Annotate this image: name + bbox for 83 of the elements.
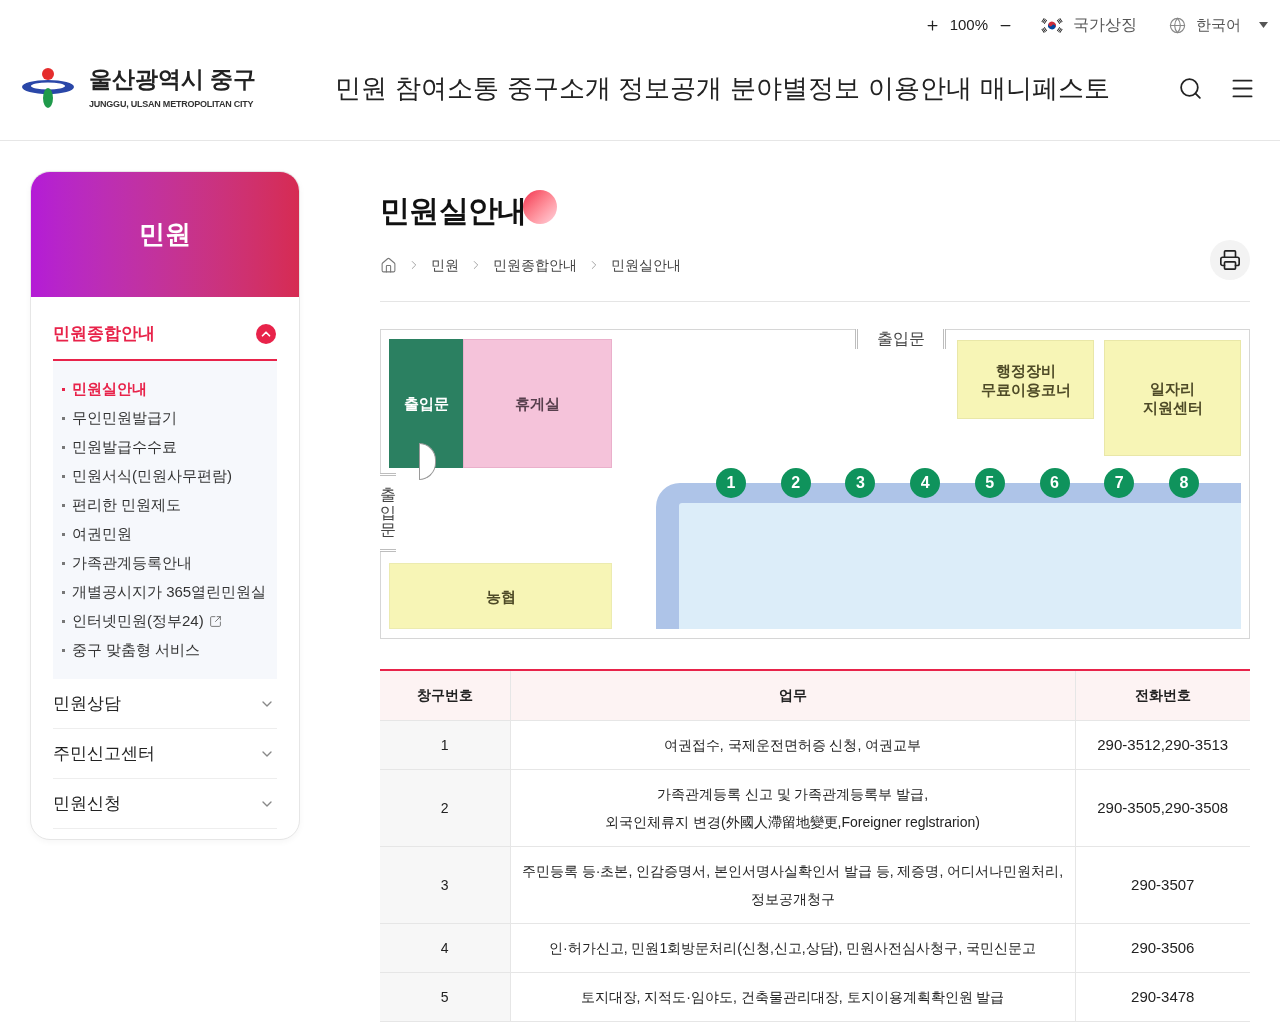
submenu-link[interactable]: 중구 맞춤형 서비스 bbox=[53, 636, 277, 665]
table-cell: 290-3506 bbox=[1075, 923, 1250, 972]
table-cell: 토지대장, 지적도·임야도, 건축물관리대장, 토지이용계획확인원 발급 bbox=[510, 972, 1075, 1021]
job-center-room: 일자리 지원센터 bbox=[1104, 340, 1241, 456]
table-cell: 3 bbox=[380, 846, 510, 923]
bullet-icon bbox=[62, 620, 65, 623]
table-cell: 가족관계등록 신고 및 가족관계등록부 발급, 외국인체류지 변경(外國人滯留地變更,Foreigner reglstrarion) bbox=[510, 769, 1075, 846]
submenu-link[interactable]: 인터넷민원(정부24) bbox=[53, 607, 277, 636]
window-number: 1 bbox=[716, 468, 746, 498]
table-cell: 290-3512,290-3513 bbox=[1075, 720, 1250, 769]
table-cell: 주민등록 등·초본, 인감증명서, 본인서명사실확인서 발급 등, 제증명, 어디서나민원처리, 정보공개청구 bbox=[510, 846, 1075, 923]
table-cell: 290-3478 bbox=[1075, 972, 1250, 1021]
zoom-in-icon[interactable] bbox=[924, 17, 940, 33]
column-header: 전화번호 bbox=[1075, 670, 1250, 720]
table-cell: 290-3507 bbox=[1075, 846, 1250, 923]
globe-icon bbox=[1169, 16, 1186, 34]
table-cell: 인·허가신고, 민원1회방문처리(신청,신고,상담), 민원사전심사청구, 국민신문고 bbox=[510, 923, 1075, 972]
bank-room: 농협 bbox=[389, 563, 612, 629]
nav-link[interactable]: 분야별정보 bbox=[730, 75, 861, 101]
logo-link[interactable]: 울산광역시 중구 JUNGGU, ULSAN METROPOLITAN CITY bbox=[22, 67, 322, 109]
table-cell: 290-3505,290-3508 bbox=[1075, 769, 1250, 846]
submenu-link[interactable]: 민원실안내 bbox=[53, 375, 277, 404]
equipment-corner: 행정장비 무료이용코너 bbox=[957, 340, 1094, 419]
sidebar-section[interactable]: 민원상담 bbox=[53, 679, 277, 729]
bullet-icon bbox=[62, 388, 65, 391]
print-button[interactable] bbox=[1210, 240, 1250, 280]
sidebar-section[interactable]: 민원신청 bbox=[53, 779, 277, 829]
table-cell: 5 bbox=[380, 972, 510, 1021]
breadcrumb-link[interactable]: 민원실안내 bbox=[611, 254, 681, 276]
column-header: 창구번호 bbox=[380, 670, 510, 720]
submenu-link[interactable]: 민원발급수수료 bbox=[53, 433, 277, 462]
window-number: 3 bbox=[845, 468, 876, 498]
printer-icon bbox=[1219, 249, 1241, 271]
national-symbols-link[interactable]: 국가상징 bbox=[1041, 13, 1137, 37]
breadcrumb-link[interactable]: 민원 bbox=[431, 254, 459, 276]
table-cell: 여권접수, 국제운전면허증 신청, 여권교부 bbox=[510, 720, 1075, 769]
window-number: 6 bbox=[1039, 468, 1070, 498]
table-cell: 2 bbox=[380, 769, 510, 846]
doorway-label: 출입문 bbox=[380, 473, 396, 552]
column-header: 업무 bbox=[510, 670, 1075, 720]
bullet-icon bbox=[62, 562, 65, 565]
caret-icon bbox=[1259, 22, 1268, 28]
window-number: 4 bbox=[910, 468, 941, 498]
submenu-link[interactable]: 무인민원발급기 bbox=[53, 404, 277, 433]
bullet-icon bbox=[62, 504, 65, 507]
table-cell: 4 bbox=[380, 923, 510, 972]
logo-subtitle: JUNGGU, ULSAN METROPOLITAN CITY bbox=[89, 99, 255, 109]
window-number: 5 bbox=[974, 468, 1005, 498]
page-title: 민원실안내 bbox=[380, 193, 527, 229]
nav-link[interactable]: 이용안내 bbox=[868, 75, 973, 101]
sidebar-title: 민원 bbox=[31, 172, 299, 297]
doorway-label: 출입문 bbox=[855, 329, 946, 349]
table-cell: 1 bbox=[380, 720, 510, 769]
bullet-icon bbox=[62, 649, 65, 652]
submenu-link[interactable]: 가족관계등록안내 bbox=[53, 549, 277, 578]
zoom-level: 100% bbox=[949, 14, 988, 35]
nav-link[interactable]: 정보공개 bbox=[618, 75, 723, 101]
logo-title: 울산광역시 중구 bbox=[89, 67, 257, 91]
nav-link[interactable]: 민원 bbox=[335, 75, 387, 101]
language-selector[interactable]: 한국어 bbox=[1169, 13, 1268, 37]
search-icon[interactable] bbox=[1178, 75, 1203, 101]
home-icon[interactable] bbox=[380, 256, 397, 274]
window-number: 2 bbox=[780, 468, 811, 498]
nav-link[interactable]: 매니페스토 bbox=[979, 75, 1110, 101]
window-number: 8 bbox=[1168, 468, 1199, 498]
bullet-icon bbox=[62, 475, 65, 478]
nav-link[interactable]: 참여소통 bbox=[394, 75, 499, 101]
bullet-icon bbox=[62, 533, 65, 536]
bullet-icon bbox=[62, 417, 65, 420]
submenu-link[interactable]: 민원서식(민원사무편람) bbox=[53, 462, 277, 491]
breadcrumb-link[interactable]: 민원종합안내 bbox=[493, 254, 577, 276]
window-number: 7 bbox=[1104, 468, 1135, 498]
bullet-icon bbox=[62, 446, 65, 449]
submenu-link[interactable]: 여권민원 bbox=[53, 520, 277, 549]
bullet-icon bbox=[62, 591, 65, 594]
lounge-room: 휴게실 bbox=[463, 339, 612, 468]
flag-icon bbox=[1041, 17, 1063, 33]
submenu-link[interactable]: 개별공시지가 365열린민원실 bbox=[53, 578, 277, 607]
logo-icon bbox=[22, 68, 74, 108]
submenu-link[interactable]: 편리한 민원제도 bbox=[53, 491, 277, 520]
entrance-room: 출입문 bbox=[389, 339, 463, 468]
nav-link[interactable]: 중구소개 bbox=[506, 75, 611, 101]
sidebar-section[interactable]: 주민신고센터 bbox=[53, 729, 277, 779]
